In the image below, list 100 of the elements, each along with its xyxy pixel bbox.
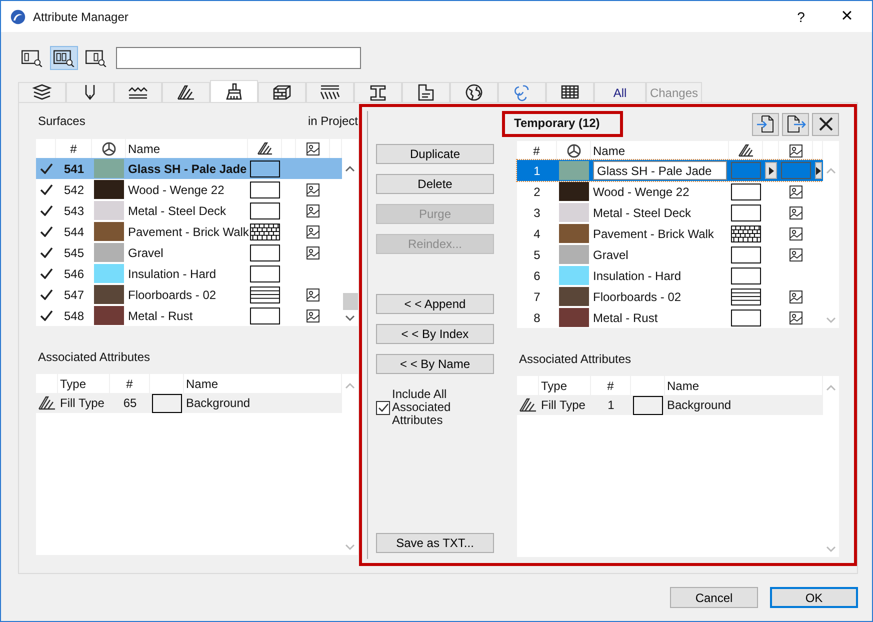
surface-row[interactable]: 541 Glass SH - Pale Jade	[36, 158, 342, 179]
action-button[interactable]: Duplicate	[376, 144, 494, 164]
dialog-button[interactable]: Cancel	[670, 587, 758, 608]
attribute-tab[interactable]	[450, 82, 498, 102]
name-input[interactable]: Glass SH - Pale Jade	[593, 161, 727, 180]
associated-row[interactable]: Fill Type 1 Background	[517, 395, 823, 415]
surface-row[interactable]: 543 Metal - Steel Deck	[36, 200, 342, 221]
name-cell-text: Gravel	[592, 246, 630, 264]
scrollbar-thumb[interactable]	[342, 293, 358, 310]
attribute-tab[interactable]	[210, 80, 258, 102]
name-cell-text: Gravel	[127, 244, 164, 262]
import-file-icon	[756, 114, 776, 134]
scroll-up-icon[interactable]	[345, 165, 355, 172]
attribute-tab[interactable]	[546, 82, 594, 102]
section-title: Associated Attributes	[518, 352, 632, 368]
source-label: in Project	[308, 114, 358, 128]
name-cell-text: Background	[666, 397, 732, 414]
name-cell-text: Wood - Wenge 22	[127, 182, 226, 198]
color-swatch	[559, 266, 589, 285]
surface-row[interactable]: 6 Insulation - Hard	[517, 265, 823, 286]
export-button[interactable]	[782, 112, 809, 136]
color-swatch	[94, 243, 124, 262]
filter-tab[interactable]: All	[594, 82, 646, 102]
import-button[interactable]	[752, 112, 779, 136]
surface-row[interactable]: 2 Wood - Wenge 22	[517, 181, 823, 202]
surface-row[interactable]: 5 Gravel	[517, 244, 823, 265]
save-button[interactable]: Save as TXT...	[376, 533, 494, 553]
fill-column-icon	[738, 144, 754, 157]
search-field[interactable]	[116, 47, 361, 69]
bricks-icon	[271, 83, 293, 102]
include-checkbox[interactable]	[376, 401, 390, 415]
color-swatch	[94, 201, 124, 220]
texture-field[interactable]	[781, 162, 811, 179]
checkbox-label[interactable]: Include All Associated Attributes	[392, 388, 482, 427]
fill-swatch	[152, 394, 182, 412]
attribute-tab[interactable]	[354, 82, 402, 102]
scroll-down-icon[interactable]	[345, 315, 355, 322]
index-cell-text: 7	[532, 288, 542, 306]
color-column-icon	[566, 144, 580, 158]
action-button[interactable]: Delete	[376, 174, 494, 194]
help-button[interactable]: ?	[778, 1, 824, 32]
transfer-button[interactable]: < < By Name	[376, 354, 494, 374]
name-cell-text: Metal - Steel Deck	[127, 202, 228, 220]
color-swatch	[559, 308, 589, 327]
type-cell-text: Fill Type	[540, 397, 586, 414]
name-cell-text: Metal - Rust	[127, 308, 194, 324]
color-swatch	[94, 306, 124, 325]
dropdown-button[interactable]	[765, 162, 777, 179]
index-cell-text: 541	[62, 160, 86, 178]
export-file-icon	[786, 114, 806, 134]
associated-row[interactable]: Fill Type 65 Background	[36, 393, 342, 413]
fill-type-icon	[519, 398, 537, 412]
name-cell-text: Pavement - Brick Walk	[592, 226, 715, 242]
name-cell-text: Insulation - Hard	[127, 266, 218, 282]
globe-icon	[463, 83, 485, 102]
surface-row[interactable]: 8 Metal - Rust	[517, 307, 823, 328]
color-swatch	[94, 159, 124, 178]
name-cell-text: Metal - Steel Deck	[592, 204, 692, 222]
fill-swatch	[633, 396, 663, 414]
attribute-tab[interactable]	[66, 82, 114, 102]
surface-row[interactable]: 3 Metal - Steel Deck	[517, 202, 823, 223]
dropdown-button[interactable]	[814, 162, 822, 179]
index-cell-text: 8	[532, 310, 542, 326]
app-logo-icon	[10, 8, 26, 24]
color-swatch	[559, 182, 589, 201]
view-mode-button[interactable]	[50, 46, 78, 70]
name-cell-text: Background	[185, 395, 252, 412]
name-cell-text: Pavement - Brick Walk	[127, 224, 248, 240]
name-cell-text: Metal - Rust	[592, 310, 659, 326]
color-swatch	[559, 224, 589, 243]
window-title: Attribute Manager	[33, 10, 128, 24]
surface-row[interactable]: 546 Insulation - Hard	[36, 263, 342, 284]
surface-row[interactable]: 548 Metal - Rust	[36, 305, 342, 326]
transfer-button[interactable]: < < By Index	[376, 324, 494, 344]
surface-row[interactable]: 542 Wood - Wenge 22	[36, 179, 342, 200]
close-button[interactable]: ×	[824, 1, 870, 32]
index-cell-text: 544	[62, 224, 86, 240]
dialog-button[interactable]: OK	[770, 587, 858, 608]
attribute-tab[interactable]	[114, 82, 162, 102]
index-cell-text: 65	[122, 395, 138, 412]
fill-field[interactable]	[731, 162, 761, 179]
surface-row[interactable]: 4 Pavement - Brick Walk	[517, 223, 823, 244]
surface-row[interactable]: 547 Floorboards - 02	[36, 284, 342, 305]
close-list-button[interactable]	[812, 112, 839, 136]
transfer-button[interactable]: < < Append	[376, 294, 494, 314]
attribute-tab[interactable]	[162, 82, 210, 102]
surface-row[interactable]: 7 Floorboards - 02	[517, 286, 823, 307]
attribute-tab[interactable]	[306, 82, 354, 102]
name-cell-text: Floorboards - 02	[127, 286, 218, 304]
index-cell-text: 4	[532, 226, 542, 242]
attribute-tab[interactable]	[402, 82, 450, 102]
surface-row[interactable]: 544 Pavement - Brick Walk	[36, 221, 342, 242]
surface-row[interactable]: 1 Glass SH - Pale Jade	[517, 160, 823, 181]
color-swatch	[94, 264, 124, 283]
attribute-tab[interactable]	[18, 82, 66, 102]
index-cell-text: 546	[62, 266, 86, 282]
index-cell-text: 545	[62, 244, 86, 262]
attribute-tab[interactable]	[258, 82, 306, 102]
surface-row[interactable]: 545 Gravel	[36, 242, 342, 263]
index-cell-text: 6	[532, 268, 542, 284]
